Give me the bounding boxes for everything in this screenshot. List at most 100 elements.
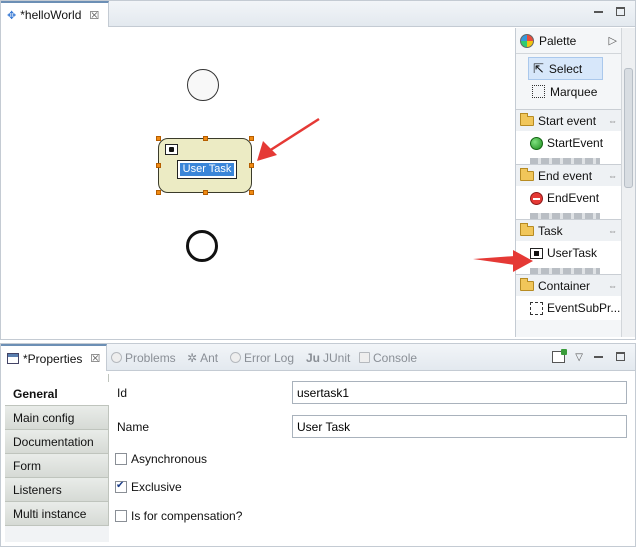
minimize-button[interactable] [593, 6, 605, 18]
user-task-icon [165, 144, 178, 155]
console-icon [359, 352, 370, 363]
resize-handle[interactable] [249, 163, 254, 168]
resize-handle[interactable] [156, 163, 161, 168]
maximize-button[interactable] [615, 351, 627, 363]
palette: Palette ▷ ⇱ Select Marquee Start event ⇔… [515, 28, 621, 337]
drawer-label: Start event [538, 113, 597, 128]
scrollbar-thumb[interactable] [624, 68, 633, 188]
tab-properties[interactable]: *Properties ☒ [1, 344, 107, 371]
compensation-checkbox-row[interactable]: Is for compensation? [115, 509, 242, 523]
start-event-icon [530, 136, 543, 150]
nav-item-general[interactable]: General [5, 382, 109, 406]
maximize-icon [616, 352, 625, 361]
palette-header[interactable]: Palette ▷ [516, 28, 621, 54]
tab-console[interactable]: Console [359, 344, 417, 371]
chevron-right-icon[interactable]: ▷ [609, 34, 617, 47]
close-icon[interactable]: ☒ [90, 352, 100, 365]
editor-window-controls [593, 6, 627, 18]
name-field[interactable] [292, 415, 627, 438]
palette-scrollbar[interactable] [621, 28, 635, 337]
collapse-icon[interactable]: ⇔ [608, 171, 617, 181]
collapse-icon[interactable]: ⇔ [608, 281, 617, 291]
palette-tool-select[interactable]: ⇱ Select [528, 57, 603, 80]
properties-tab-bar: *Properties ☒ Problems ✲ Ant Error Log J… [1, 344, 635, 371]
palette-item-startevent[interactable]: StartEvent [516, 131, 621, 155]
tab-problems[interactable]: Problems [111, 344, 176, 371]
tab-ant[interactable]: ✲ Ant [187, 344, 218, 371]
pin-view-icon[interactable] [552, 349, 568, 363]
collapse-icon[interactable]: ⇔ [608, 226, 617, 236]
close-icon[interactable]: ☒ [89, 9, 99, 22]
asynchronous-checkbox-row[interactable]: Asynchronous [115, 452, 207, 466]
tab-junit[interactable]: Ju JUnit [306, 344, 350, 371]
resize-handle[interactable] [203, 136, 208, 141]
editor-tab-helloworld[interactable]: ✥ *helloWorld ☒ [1, 1, 109, 27]
palette-item-eventsubprocess[interactable]: EventSubPr... [516, 296, 621, 320]
properties-nav: General Main config Documentation Form L… [5, 374, 109, 542]
checkbox-label: Asynchronous [131, 452, 208, 466]
collapse-icon[interactable]: ⇔ [608, 116, 617, 126]
drawer-label: Task [538, 223, 563, 238]
palette-tools: ⇱ Select Marquee [516, 54, 621, 103]
tab-label: Error Log [244, 350, 295, 365]
junit-icon: Ju [306, 350, 321, 365]
diagram-file-icon: ✥ [7, 9, 17, 22]
folder-icon [520, 112, 534, 126]
drawer-header[interactable]: Task ⇔ [516, 220, 621, 241]
drawer-header[interactable]: Container ⇔ [516, 275, 621, 296]
resize-handle[interactable] [203, 190, 208, 195]
tool-label: Marquee [550, 84, 598, 99]
resize-handle[interactable] [156, 190, 161, 195]
nav-item-form[interactable]: Form [5, 454, 109, 478]
compensation-checkbox[interactable] [115, 510, 127, 522]
drawer-end-event: End event ⇔ EndEvent [516, 164, 621, 219]
palette-item-usertask[interactable]: UserTask [516, 241, 621, 265]
drawer-header[interactable]: End event ⇔ [516, 165, 621, 186]
resize-handle[interactable] [249, 136, 254, 141]
resize-handle[interactable] [249, 190, 254, 195]
checkbox-label: Exclusive [131, 480, 182, 494]
tab-label: JUnit [323, 350, 351, 365]
maximize-button[interactable] [615, 6, 627, 18]
drawer-task: Task ⇔ UserTask [516, 219, 621, 274]
tool-label: Select [548, 61, 583, 76]
item-label: StartEvent [547, 136, 604, 150]
view-menu-icon[interactable]: ▽ [575, 352, 583, 363]
problems-icon [111, 352, 122, 363]
maximize-icon [616, 7, 625, 16]
user-task-icon [530, 247, 543, 259]
folder-icon [520, 167, 534, 181]
properties-view: *Properties ☒ Problems ✲ Ant Error Log J… [0, 343, 636, 547]
end-event-node[interactable] [186, 230, 218, 262]
exclusive-checkbox-row[interactable]: Exclusive [115, 480, 182, 494]
diagram-canvas[interactable]: User Task [3, 28, 512, 337]
drawer-label: End event [538, 168, 593, 183]
start-event-node[interactable] [187, 69, 219, 101]
error-log-icon [230, 352, 241, 363]
name-label: Name [117, 420, 150, 434]
diagram-editor: ✥ *helloWorld ☒ User Task Palette ▷ ⇱ Se… [0, 0, 636, 340]
resize-handle[interactable] [156, 136, 161, 141]
user-task-node[interactable]: User Task [158, 138, 252, 193]
folder-icon [520, 222, 534, 236]
event-subprocess-icon [530, 301, 543, 315]
nav-item-main-config[interactable]: Main config [5, 406, 109, 430]
end-event-icon [530, 191, 543, 205]
nav-item-documentation[interactable]: Documentation [5, 430, 109, 454]
minimize-icon [594, 356, 603, 358]
id-field[interactable] [292, 381, 627, 404]
drawer-label: Container [538, 278, 591, 293]
nav-item-multi-instance[interactable]: Multi instance [5, 502, 109, 526]
asynchronous-checkbox[interactable] [115, 453, 127, 465]
nav-item-listeners[interactable]: Listeners [5, 478, 109, 502]
palette-item-endevent[interactable]: EndEvent [516, 186, 621, 210]
task-label-editor[interactable]: User Task [177, 160, 237, 179]
tab-error-log[interactable]: Error Log [230, 344, 294, 371]
marquee-icon [532, 85, 545, 98]
drawer-header[interactable]: Start event ⇔ [516, 110, 621, 131]
exclusive-checkbox[interactable] [115, 480, 127, 493]
clipped-item [516, 265, 621, 274]
palette-tool-marquee[interactable]: Marquee [516, 80, 621, 103]
minimize-icon [594, 11, 603, 13]
minimize-button[interactable] [593, 351, 605, 363]
